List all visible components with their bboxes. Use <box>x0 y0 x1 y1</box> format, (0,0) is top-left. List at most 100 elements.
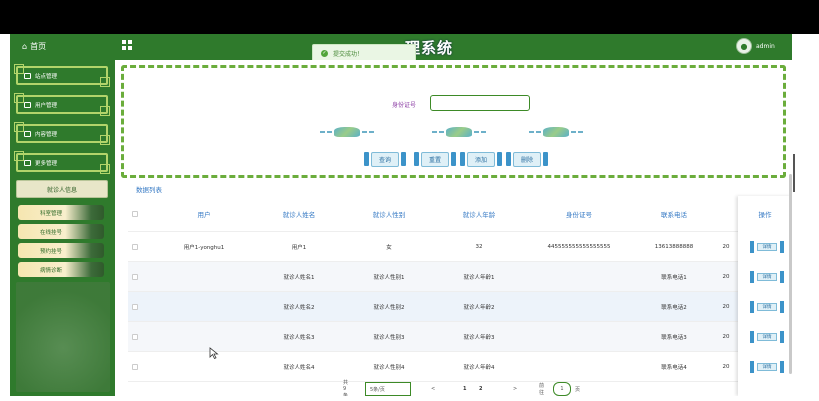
monitor-icon <box>24 72 31 79</box>
table-header-row: 用户 就诊人姓名 就诊人性别 就诊人年龄 身份证号 联系电话 <box>128 196 792 232</box>
detail-button[interactable]: 详情 <box>750 331 784 343</box>
detail-button[interactable]: 详情 <box>750 361 784 373</box>
sidebar-menu-site[interactable]: 站点管理 <box>14 64 110 87</box>
cell-age: 就诊人年龄3 <box>463 334 495 341</box>
cell-name: 就诊人姓名3 <box>283 334 315 341</box>
cell-id-number <box>524 322 634 351</box>
cloud-decoration-3 <box>529 127 583 137</box>
sidebar-item-online-reg[interactable]: 在线挂号 <box>18 224 104 239</box>
cell-date: 20 <box>722 363 730 370</box>
right-edge <box>792 34 819 401</box>
col-id-number: 身份证号 <box>566 210 592 219</box>
menu-grid-icon[interactable] <box>122 40 132 50</box>
reset-button[interactable]: 重置 <box>414 151 456 167</box>
row-checkbox[interactable] <box>132 333 138 340</box>
id-number-label: 身份证号 <box>392 102 417 109</box>
cell-id-number <box>524 262 634 291</box>
user-icon <box>24 101 31 108</box>
cell-gender: 就诊人性别2 <box>373 304 405 311</box>
row-checkbox[interactable] <box>132 303 138 310</box>
screen: { "header": { "home_label": "首页", "app_t… <box>0 0 819 401</box>
page-size-select[interactable]: 5条/页 <box>365 382 411 396</box>
row-checkbox[interactable] <box>132 243 138 250</box>
sidebar-item-patient-info[interactable]: 就诊人信息 <box>16 180 108 198</box>
cell-date: 20 <box>722 333 730 340</box>
cell-age: 就诊人年龄2 <box>463 304 495 311</box>
avatar[interactable]: ● <box>736 38 752 54</box>
cell-phone: 联系电话3 <box>661 334 687 341</box>
table-row[interactable]: 就诊人姓名3 就诊人性别3 就诊人年龄3 联系电话3 20 <box>128 322 792 352</box>
table-row[interactable]: 就诊人姓名4 就诊人性别4 就诊人年龄4 联系电话4 20 <box>128 352 792 382</box>
cell-name: 就诊人姓名2 <box>283 304 315 311</box>
vertical-scrollbar[interactable] <box>789 174 792 374</box>
cell-id-number <box>524 292 634 321</box>
home-label: 首页 <box>30 42 47 51</box>
sidebar-menu-users[interactable]: 用户管理 <box>14 93 110 116</box>
cell-name: 就诊人姓名1 <box>283 274 315 281</box>
col-gender: 就诊人性别 <box>372 210 406 219</box>
cloud-decoration-1 <box>320 127 374 137</box>
goto-page-input[interactable]: 1 <box>553 382 571 396</box>
sidebar-item-appointment[interactable]: 预约挂号 <box>18 243 104 258</box>
cell-age: 就诊人年龄4 <box>463 364 495 371</box>
sidebar-decoration <box>16 282 110 392</box>
table-row[interactable]: 就诊人姓名1 就诊人性别1 就诊人年龄1 联系电话1 20 <box>128 262 792 292</box>
goto-label: 前往 <box>539 383 545 396</box>
toast-text: 提交成功！ <box>333 50 364 58</box>
cell-user <box>164 292 244 321</box>
detail-button[interactable]: 详情 <box>750 241 784 253</box>
cell-date: 20 <box>722 243 730 250</box>
more-icon <box>24 159 31 166</box>
user-menu[interactable]: ● admin <box>736 38 775 54</box>
select-all-checkbox[interactable] <box>132 210 138 217</box>
delete-button[interactable]: 删除 <box>506 151 548 167</box>
main-content: 身份证号 查询 重置 添加 删除 数据列表 用户 就诊人姓名 就诊人性别 就诊人… <box>115 60 792 396</box>
cell-gender: 就诊人性别4 <box>373 364 405 371</box>
cell-gender: 就诊人性别1 <box>373 274 405 281</box>
home-icon: ⌂ <box>22 42 28 51</box>
check-icon: ✓ <box>321 49 328 57</box>
page-1-button[interactable]: 1 <box>463 382 466 396</box>
actions-column: 操作 详情 详情 详情 详情 详情 <box>738 196 792 396</box>
cell-phone: 联系电话2 <box>661 304 687 311</box>
col-name: 就诊人姓名 <box>282 210 316 219</box>
cell-id-number: 445555555555555555 <box>547 243 611 250</box>
cell-user <box>164 322 244 351</box>
home-link[interactable]: ⌂ 首页 <box>22 41 46 52</box>
top-black-bar <box>0 0 819 34</box>
search-panel: 身份证号 查询 重置 添加 删除 <box>121 65 786 178</box>
col-age: 就诊人年龄 <box>462 210 496 219</box>
cell-id-number <box>524 352 634 381</box>
mouse-cursor-icon <box>209 347 219 359</box>
sidebar: 站点管理 用户管理 内容管理 更多管理 就诊人信息 科室管理 在线挂号 预约挂号… <box>10 60 115 396</box>
row-checkbox[interactable] <box>132 273 138 280</box>
sidebar-item-diagnosis[interactable]: 病情诊断 <box>18 262 104 277</box>
table-row[interactable]: 就诊人姓名2 就诊人性别2 就诊人年龄2 联系电话2 20 <box>128 292 792 322</box>
row-checkbox[interactable] <box>132 363 138 370</box>
cell-age: 就诊人年龄1 <box>463 274 495 281</box>
sidebar-item-dept[interactable]: 科室管理 <box>18 205 104 220</box>
cell-date: 20 <box>722 303 730 310</box>
cell-gender: 就诊人性别3 <box>373 334 405 341</box>
cell-phone: 13613888888 <box>654 243 694 250</box>
page-unit-label: 页 <box>575 386 581 393</box>
sidebar-menu-content[interactable]: 内容管理 <box>14 122 110 145</box>
cell-user <box>164 262 244 291</box>
detail-button[interactable]: 详情 <box>750 271 784 283</box>
id-number-input[interactable] <box>430 95 530 111</box>
prev-page-button[interactable]: < <box>431 382 435 396</box>
col-actions: 操作 <box>758 211 772 219</box>
cell-name: 就诊人姓名4 <box>283 364 315 371</box>
top-bar: ⌂ 首页 理系统 ✓ 提交成功！ ● admin <box>10 34 792 62</box>
cell-phone: 联系电话1 <box>661 274 687 281</box>
next-page-button[interactable]: > <box>513 382 517 396</box>
query-button[interactable]: 查询 <box>364 151 406 167</box>
table-row[interactable]: 用户1-yonghu1 用户1 女 32 445555555555555555 … <box>128 232 792 262</box>
add-button[interactable]: 添加 <box>460 151 502 167</box>
page-2-button[interactable]: 2 <box>479 382 482 396</box>
content-icon <box>24 130 31 137</box>
cell-user <box>164 352 244 381</box>
detail-button[interactable]: 详情 <box>750 301 784 313</box>
sidebar-menu-more[interactable]: 更多管理 <box>14 151 110 174</box>
list-title: 数据列表 <box>136 186 162 194</box>
